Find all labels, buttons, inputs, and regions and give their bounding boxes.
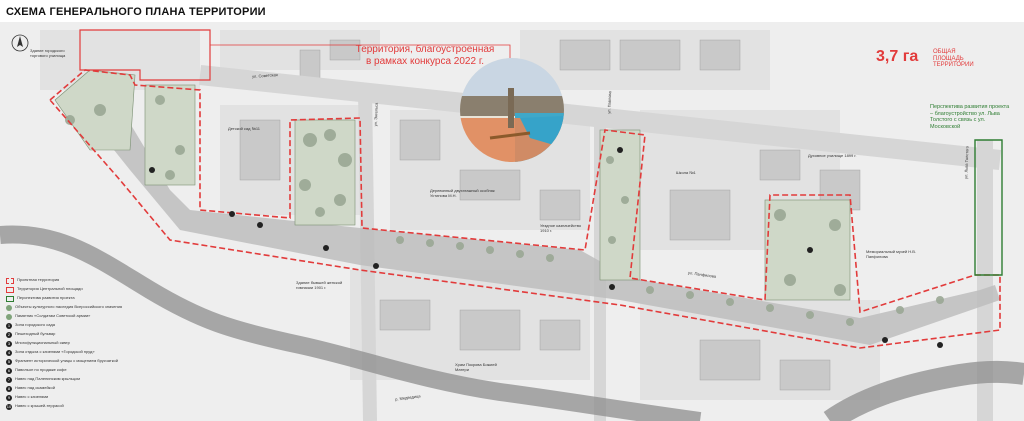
label-wooden-house: Деревянный двухэтажный особняк Устинова … xyxy=(430,188,495,198)
legend-label: Навес с качелями xyxy=(15,394,49,399)
legend-label: Навес над скамейкой xyxy=(15,385,55,390)
label-trade-college: Здание городского торгового училища xyxy=(30,48,66,58)
legend-number-badge: 2 xyxy=(6,332,12,338)
playground-photo xyxy=(460,58,564,162)
legend-label: Зона городского сада xyxy=(15,322,55,327)
legend-label: Объекты культурного наследия Всероссийск… xyxy=(15,304,123,309)
legend-label: Перспектива развития проекта xyxy=(17,295,75,300)
label-church: Храм Покрова Божией Матери xyxy=(455,362,497,372)
legend-symbol-box-red xyxy=(6,287,14,293)
legend-label: Многофункциональный сквер xyxy=(15,340,70,345)
legend-number-badge: 6 xyxy=(6,368,12,374)
page-title: СХЕМА ГЕНЕРАЛЬНОГО ПЛАНА ТЕРРИТОРИИ xyxy=(6,6,266,18)
callout-line-1: Территория, благоустроенная xyxy=(355,44,495,55)
legend-number-badge: 3 xyxy=(6,341,12,347)
legend-item: 10 Навес с крышей-террасой xyxy=(6,403,156,413)
area-caption: ОБЩАЯ ПЛОЩАДЬ ТЕРРИТОРИИ xyxy=(933,49,993,69)
legend-label: Проектная территория xyxy=(17,277,60,282)
label-school: Школа №1 xyxy=(676,170,696,175)
label-treasury: Уездное казначейство 1910 г. xyxy=(540,223,582,233)
legend-number-badge: 8 xyxy=(6,386,12,392)
label-gymnasium: Здание бывшей женской гимназии 1901 г. xyxy=(296,280,343,290)
legend-symbol-dot-green xyxy=(6,314,12,320)
label-museum: Мемориальный музей Н.В. Панфилова xyxy=(866,249,917,259)
legend-label: Павильон по продаже кофе xyxy=(15,367,67,372)
legend-label: Фрагмент исторической улицы с мощением б… xyxy=(15,358,118,363)
legend-label: Навес с крышей-террасой xyxy=(15,403,64,408)
legend-number-badge: 9 xyxy=(6,395,12,401)
label-kindergarten: Детский сад №11 xyxy=(228,126,261,131)
legend-label: Памятник «Солдатам Советской армии» xyxy=(15,313,91,318)
legend-label: Территория Центральной площади xyxy=(17,286,83,291)
label-music-school: Духовное училище 1899 г. xyxy=(808,153,857,158)
legend-number-badge: 5 xyxy=(6,359,12,365)
legend-symbol-dot-green xyxy=(6,305,12,311)
street-label-pavlova: ул. Павлова xyxy=(606,91,613,114)
legend-label: Зона отдыха с качелями «Городской пруд» xyxy=(15,349,95,354)
legend: Проектная территория Территория Центральн… xyxy=(6,277,156,413)
legend-number-badge: 4 xyxy=(6,350,12,356)
legend-label: Навес над Паленинским крыльцом xyxy=(15,376,81,381)
legend-number-badge: 10 xyxy=(6,404,12,410)
street-label-engelsa: ул. Энгельса xyxy=(372,102,379,127)
legend-label: Пешеходный бульвар xyxy=(15,331,56,336)
legend-number-badge: 7 xyxy=(6,377,12,383)
legend-symbol-dash-red xyxy=(6,278,14,284)
legend-symbol-box-green xyxy=(6,296,14,302)
perspective-note: Перспектива развития проекта – благоустр… xyxy=(930,104,1010,130)
legend-number-badge: 1 xyxy=(6,323,12,329)
area-value: 3,7 га xyxy=(876,48,919,65)
area-caption-line-3: ТЕРРИТОРИИ xyxy=(933,62,974,68)
